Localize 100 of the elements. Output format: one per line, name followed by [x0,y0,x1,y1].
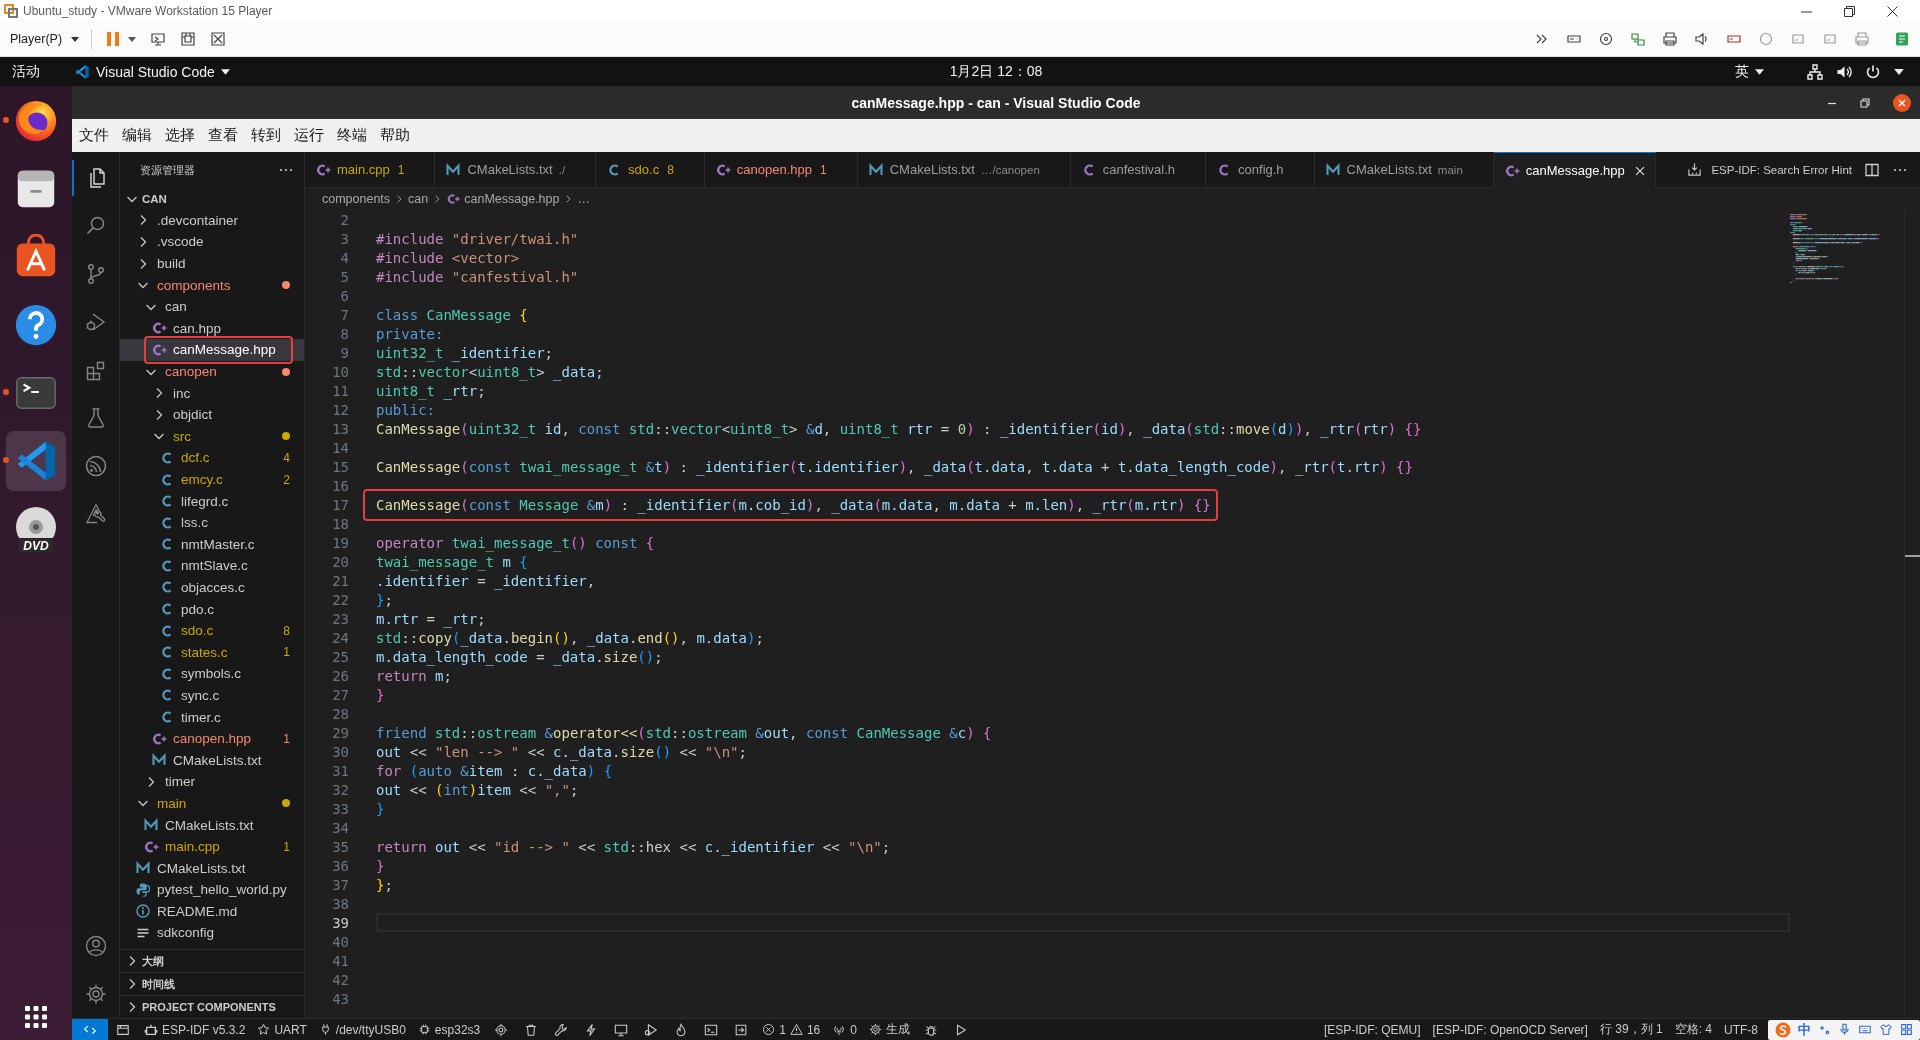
keyboard-icon[interactable] [1858,1023,1872,1036]
lightning-icon[interactable] [584,1022,599,1037]
breadcrumb[interactable]: … [577,192,590,206]
activities-button[interactable]: 活动 [12,62,40,81]
notes-icon[interactable] [1894,31,1910,47]
tree-item[interactable]: sdkconfig [120,922,304,944]
tree-item[interactable]: sync.c [120,684,304,707]
app-menu-button[interactable]: Visual Studio Code [74,63,230,80]
build-button[interactable]: 生成 [862,1019,916,1040]
clock-button[interactable]: 1月2日 12：08 [949,62,1043,81]
tree-item[interactable]: main [120,792,304,815]
tree-item[interactable]: CMakeLists.txt [120,814,304,836]
section-header[interactable]: 大纲 [120,949,304,972]
close-icon[interactable] [1887,5,1898,17]
terminal-icon[interactable] [704,1022,719,1037]
tree-item[interactable]: CMakeLists.txt [120,857,304,879]
tree-item[interactable]: nmtSlave.c [120,555,304,577]
app-grid-icon[interactable] [24,1005,48,1029]
input-method-button[interactable]: 英 [1735,62,1764,81]
close-icon[interactable] [1893,93,1911,112]
cursor-position-button[interactable]: 行 39，列 1 [1593,1019,1669,1040]
tree-item[interactable]: timer [120,771,304,793]
tree-item[interactable]: main.cpp 1 [120,835,304,858]
caret-down-icon[interactable] [128,36,137,42]
uart-button[interactable]: UART [251,1019,313,1040]
menu-item[interactable]: 选择 [158,126,201,145]
tree-item[interactable]: components [120,274,304,296]
tree-item[interactable]: symbols.c [120,663,304,685]
menu-item[interactable]: 终端 [330,126,373,145]
tree-item[interactable]: pytest_hello_world.py [120,879,304,901]
input-method-logo-icon[interactable] [1775,1021,1791,1038]
menu-item[interactable]: 查看 [201,126,244,145]
unity-icon[interactable] [210,31,227,47]
network-icon[interactable] [1807,63,1823,80]
tree-item[interactable]: pdo.c [120,598,304,620]
tree-item[interactable]: src [120,425,304,448]
restore-icon[interactable] [1844,5,1855,17]
tree-item[interactable]: can [120,295,304,318]
tree-item[interactable]: .vscode [120,231,304,253]
tree-item[interactable]: build [120,252,304,275]
tree-item[interactable]: timer.c [120,706,304,728]
shirt-icon[interactable] [1879,1023,1893,1036]
breadcrumb[interactable]: canMessage.hpp [446,192,560,206]
caret-down-icon[interactable] [1894,68,1904,75]
port-button[interactable]: /dev/ttyUSB0 [312,1019,412,1040]
player-menu-button[interactable]: Player(P) [6,32,84,46]
tree-item[interactable]: dcf.c 4 [120,447,304,469]
tree-item[interactable]: objacces.c [120,576,304,599]
tree-item[interactable]: CMakeLists.txt [120,749,304,772]
tree-item[interactable]: lifegrd.c [120,490,304,512]
flame-icon[interactable] [674,1022,689,1037]
window-icon[interactable] [116,1022,130,1037]
tree-item[interactable]: emcy.c 2 [120,468,304,491]
sign-in-icon[interactable] [734,1022,749,1037]
tree-item[interactable]: README.md [120,900,304,923]
menu-item[interactable]: 编辑 [115,126,158,145]
tree-item[interactable]: can.hpp [120,317,304,340]
tree-item[interactable]: nmtMaster.c [120,533,304,556]
monitor-icon[interactable] [614,1022,629,1037]
openocd-button[interactable]: [ESP-IDF: OpenOCD Server] [1426,1019,1594,1040]
tree-item[interactable]: objdict [120,403,304,426]
menu-item[interactable]: 转到 [244,126,287,145]
indentation-button[interactable]: 空格: 4 [1668,1019,1718,1040]
input-mode-toggle[interactable]: 中 [1798,1020,1811,1039]
tree-item[interactable]: canopen [120,360,304,383]
qemu-button[interactable]: [ESP-IDF: QEMU] [1317,1019,1427,1040]
gear-icon[interactable] [494,1022,509,1037]
menu-item[interactable]: 运行 [287,126,330,145]
idf-version-button[interactable]: ESP-IDF v5.3.2 [138,1019,252,1040]
send-keys-icon[interactable] [150,31,167,47]
breadcrumb[interactable]: can [408,192,429,206]
pause-icon[interactable] [106,31,121,47]
remote-button[interactable] [72,1019,108,1040]
tree-item[interactable]: canMessage.hpp [120,339,304,361]
split-editor-icon[interactable] [1864,161,1880,178]
tree-item[interactable]: lss.c [120,511,304,534]
triangle-wrench-icon[interactable] [83,502,108,526]
wrench-icon[interactable] [554,1022,569,1037]
section-header[interactable]: 时间线 [120,972,304,995]
speaker-icon[interactable] [1694,31,1710,47]
dots-icon[interactable] [1818,1023,1831,1036]
help-icon[interactable] [13,302,59,348]
network-adapter-icon[interactable] [1630,31,1646,47]
ports-button[interactable]: 0 [826,1019,863,1040]
menu-item[interactable]: 文件 [72,126,115,145]
trash-icon[interactable] [524,1022,539,1037]
browser-icon[interactable] [13,98,59,144]
tree-item[interactable]: sdo.c 8 [120,619,304,642]
printer-icon[interactable] [1662,31,1678,47]
signal-circle-icon[interactable] [83,454,108,478]
cd-drive-icon[interactable] [1598,31,1614,47]
target-button[interactable]: esp32s3 [411,1019,487,1040]
power-icon[interactable] [1865,63,1881,80]
menu-item[interactable]: 帮助 [373,126,416,145]
workspace-header[interactable]: CAN [120,188,304,210]
tree-item[interactable]: .devcontainer [120,209,304,232]
breadcrumb[interactable]: components [322,192,391,206]
tree-item[interactable]: canopen.hpp 1 [120,727,304,750]
tree-item[interactable]: inc [120,382,304,404]
error-hint-button[interactable]: ESP-IDF: Search Error Hint [1687,162,1852,177]
